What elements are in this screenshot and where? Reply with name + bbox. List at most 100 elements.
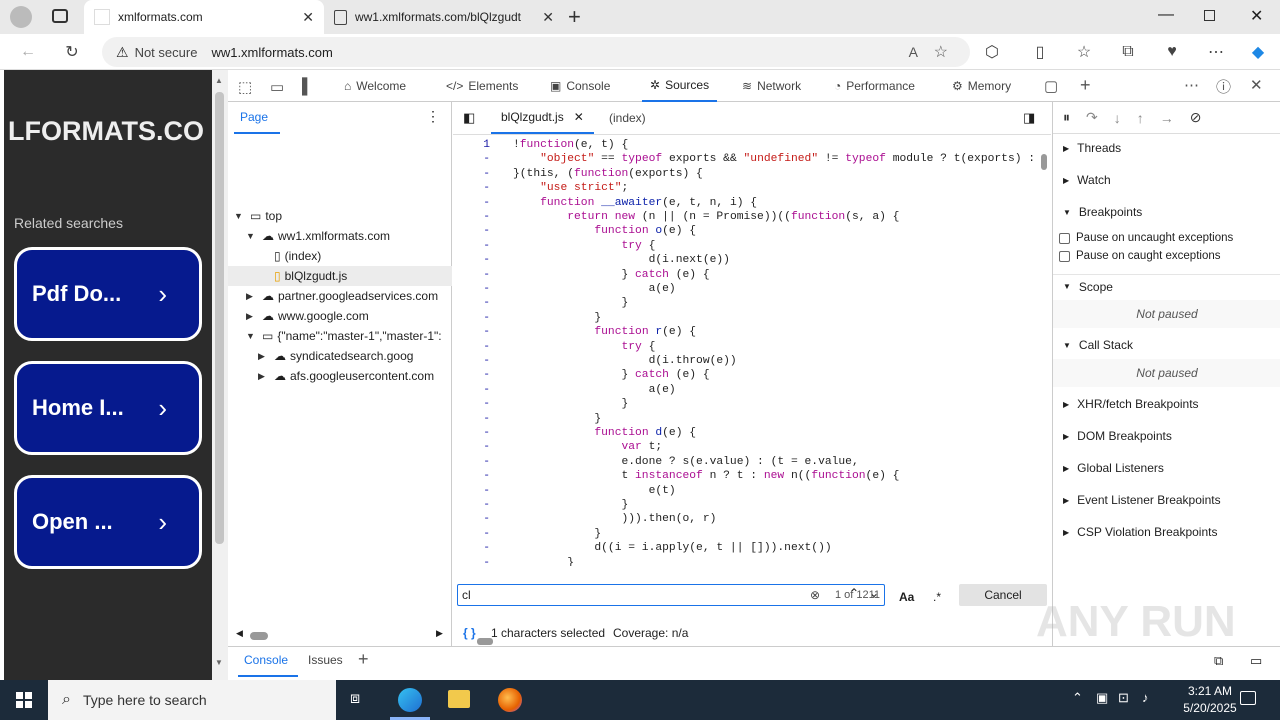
tab-sources[interactable]: ✲ Sources [642,70,718,102]
regex-toggle[interactable]: .* [933,590,941,604]
toggle-debugger-icon[interactable]: ◨ [1023,110,1035,126]
volume-icon[interactable]: ♪ [1142,690,1149,705]
nav-hscroll-thumb[interactable] [250,632,268,640]
related-search-button[interactable]: Home I... › [14,361,202,455]
navigator-tab-page[interactable]: Page [240,110,268,124]
nav-hscroll-right-icon[interactable]: ▶ [436,628,443,639]
copilot-icon[interactable]: ◆ [1246,40,1270,64]
close-window-button[interactable]: ✕ [1250,6,1263,26]
pause-uncaught-option[interactable]: Pause on uncaught exceptions [1059,232,1233,244]
tree-item-domain[interactable]: ▶ ☁ syndicatedsearch.goog [258,346,413,366]
collapse-icon[interactable]: ▶ [258,351,270,362]
task-view-icon[interactable]: ⧈ [350,690,360,708]
tab-elements[interactable]: </> Elements [446,70,518,102]
security-label[interactable]: Not secure [135,45,198,60]
checkbox[interactable] [1059,232,1070,244]
tab-ww1[interactable]: ww1.xmlformats.com/blQlzgudt ✕ [324,0,564,34]
close-tab-icon[interactable]: ✕ [542,9,554,26]
drawer-tab-console[interactable]: Console [244,653,288,667]
tab-welcome[interactable]: ⌂ Welcome [344,70,406,102]
step-over-icon[interactable]: ↷ [1086,109,1098,126]
close-file-icon[interactable]: ✕ [574,110,584,124]
collections-icon[interactable]: ⧉ [1116,40,1140,64]
taskbar-search-input[interactable]: Type here to search [83,692,207,708]
restore-button[interactable] [1204,10,1215,21]
toggle-navigator-icon[interactable]: ◧ [463,110,475,126]
url-text[interactable]: ww1.xmlformats.com [211,45,332,60]
file-explorer-icon[interactable] [448,690,470,708]
expand-icon[interactable]: ▼ [246,331,258,341]
favorite-star-icon[interactable]: ☆ [934,42,948,62]
tree-item-domain[interactable]: ▶ ☁ www.google.com [246,306,369,326]
pause-caught-option[interactable]: Pause on caught exceptions [1059,250,1221,262]
drawer-tab-issues[interactable]: Issues [308,653,343,667]
tree-item-frame[interactable]: ▼ ▭ {"name":"master-1","master-1": [246,326,450,346]
inspect-element-icon[interactable]: ⬚ [238,78,252,96]
tab-network[interactable]: ≋ Network [742,70,801,102]
section-threads[interactable]: ▶ Threads [1053,136,1280,160]
nav-hscroll-left-icon[interactable]: ◀ [236,628,243,639]
tab-performance[interactable]: ◔ Performance [834,70,915,102]
tree-item-domain[interactable]: ▶ ☁ afs.googleusercontent.com [258,366,434,386]
clear-search-icon[interactable]: ⊗ [810,588,820,602]
more-tabs-icon[interactable]: + [1080,75,1091,96]
section-breakpoints[interactable]: ▼ Breakpoints [1053,200,1280,224]
tree-item-index[interactable]: ▯ (index) [274,246,321,266]
section-scope[interactable]: ▼ Scope [1053,274,1280,298]
scroll-up-icon[interactable]: ▲ [215,76,223,85]
section-call-stack[interactable]: ▼ Call Stack [1053,333,1280,357]
performance-icon[interactable]: ♥ [1160,40,1184,64]
clock-time[interactable]: 3:21 AM [1172,684,1248,698]
match-case-toggle[interactable]: Aa [899,590,914,604]
reload-icon[interactable]: ↻ [60,40,84,64]
section-global-listeners[interactable]: ▶ Global Listeners [1053,456,1280,480]
firefox-icon[interactable] [498,688,522,712]
new-tab-button[interactable]: + [568,4,581,30]
taskbar-search-box[interactable]: ⌕ Type here to search [48,680,336,720]
scroll-thumb[interactable] [215,92,224,544]
close-devtools-icon[interactable]: ✕ [1250,76,1263,94]
pause-icon[interactable]: ⏸ [1063,109,1070,126]
collapse-icon[interactable]: ▶ [258,371,270,382]
back-icon[interactable]: ← [16,40,40,64]
tree-item-domain[interactable]: ▼ ☁ ww1.xmlformats.com [246,226,390,246]
notifications-icon[interactable] [1240,691,1256,705]
minimize-button[interactable]: — [1158,6,1174,24]
profile-icon[interactable] [10,6,32,28]
step-icon[interactable]: → [1160,110,1174,126]
favorites-icon[interactable]: ☆ [1072,40,1096,64]
extensions-icon[interactable]: ⬡ [980,40,1004,64]
address-bar[interactable]: ⚠ Not secure ww1.xmlformats.com A ☆ [102,37,970,67]
scroll-down-icon[interactable]: ▼ [215,658,223,667]
warning-icon[interactable]: ⚠ [116,44,129,61]
dock-icon[interactable]: ⧉ [1214,653,1223,669]
find-input[interactable]: cl [462,588,471,602]
deactivate-breakpoints-icon[interactable]: ⊘ [1190,109,1202,126]
step-out-icon[interactable]: ↑ [1137,110,1144,126]
find-input-box[interactable]: cl ⊗ 1 of 1211 [457,584,885,606]
navigator-menu-icon[interactable]: ⋮ [426,108,440,125]
expand-icon[interactable]: ▼ [246,231,258,241]
page-scrollbar[interactable]: ▲ ▼ [212,70,228,680]
network-icon[interactable]: ▣ [1096,690,1108,706]
next-match-icon[interactable]: ⌄ [869,586,879,600]
more-menu-icon[interactable]: ⋯ [1204,40,1228,64]
split-screen-icon[interactable]: ▯ [1028,40,1052,64]
section-dom-breakpoints[interactable]: ▶ DOM Breakpoints [1053,424,1280,448]
dock-side-icon[interactable]: ▌ [302,78,313,95]
previous-match-icon[interactable]: ⌃ [849,586,859,600]
checkbox[interactable] [1059,250,1070,262]
help-icon[interactable]: ⓘ [1216,76,1231,97]
tab-xmlformats[interactable]: xmlformats.com ✕ [84,0,324,34]
editor-vscroll-thumb[interactable] [1041,154,1047,170]
tab-actions-icon[interactable] [52,9,68,23]
related-search-button[interactable]: Pdf Do... › [14,247,202,341]
section-watch[interactable]: ▶ Watch [1053,168,1280,192]
more-options-icon[interactable]: ⋯ [1184,76,1199,94]
tree-item-top[interactable]: ▼ ▭ top [234,206,282,226]
start-button[interactable] [16,692,32,708]
file-tab-active[interactable]: blQlzgudt.js ✕ [491,102,594,134]
code-view[interactable]: 1 !function(e, t) { - "object" == typeof … [453,138,1043,566]
wifi-icon[interactable]: ⊡ [1118,690,1129,706]
add-drawer-tab-icon[interactable]: + [358,649,369,670]
